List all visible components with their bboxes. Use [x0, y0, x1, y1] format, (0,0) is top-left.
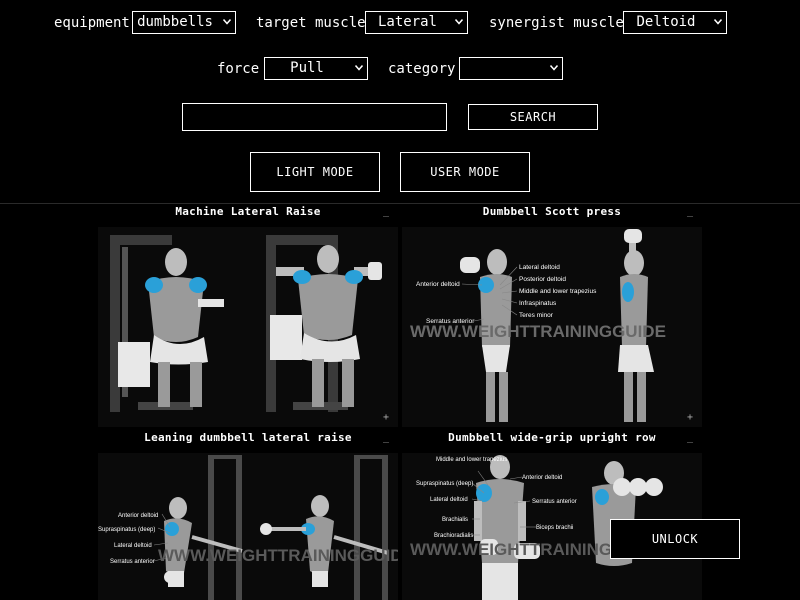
card-title: Leaning dumbbell lateral raise	[144, 431, 352, 444]
label-lateral-deltoid: Lateral deltoid	[519, 264, 560, 271]
unlock-button[interactable]: UNLOCK	[610, 519, 740, 559]
equipment-value: dumbbells	[137, 14, 213, 30]
synergist-muscle-select[interactable]: Deltoid	[623, 11, 727, 34]
leaning-lateral-raise-illustration: Anterior deltoid Supraspinatus (deep) La…	[98, 455, 398, 600]
exercise-image-machine-lateral-raise[interactable]	[98, 227, 398, 427]
label-lateral-deltoid: Lateral deltoid	[430, 497, 468, 503]
label-brachioradialis: Brachioradialis	[434, 533, 473, 539]
label-anterior-deltoid: Anterior deltoid	[118, 513, 158, 519]
label-supraspinatus: Supraspinatus (deep)	[416, 481, 473, 487]
equipment-select[interactable]: dumbbells	[132, 11, 236, 34]
chevron-down-icon	[550, 65, 558, 72]
force-value: Pull	[290, 60, 324, 76]
watermark: WWW.WEIGHTTRAININGGUIDE	[410, 322, 666, 341]
chevron-down-icon	[455, 19, 463, 26]
user-mode-button[interactable]: USER MODE	[400, 152, 530, 192]
svg-text:Anterior deltoid Suprasp: Anterior deltoid Supraspinatus (deep) La…	[98, 513, 160, 565]
label-biceps-brachii: Biceps brachii	[536, 525, 573, 531]
synergist-muscle-value: Deltoid	[636, 14, 696, 30]
chevron-down-icon	[223, 19, 231, 26]
label-anterior-deltoid: Anterior deltoid	[416, 281, 460, 288]
target-muscle-value: Lateral	[377, 14, 437, 30]
minimize-icon[interactable]: _	[687, 432, 693, 443]
minimize-icon[interactable]: _	[383, 206, 389, 217]
label-posterior-deltoid: Posterior deltoid	[519, 276, 566, 283]
machine-lateral-raise-illustration	[110, 235, 382, 412]
target-muscle-select[interactable]: Lateral	[365, 11, 468, 34]
label-lateral-deltoid: Lateral deltoid	[114, 543, 152, 549]
section-divider	[0, 203, 800, 204]
label-brachialis: Brachialis	[442, 517, 468, 523]
label-middle-lower-trapezius: Middle and lower trapezius	[436, 457, 507, 463]
card-title: Dumbbell Scott press	[482, 205, 622, 218]
synergist-muscle-label: synergist muscle	[489, 15, 624, 31]
chevron-down-icon	[355, 65, 363, 72]
category-select[interactable]	[459, 57, 563, 80]
force-select[interactable]: Pull	[264, 57, 368, 80]
expand-icon[interactable]: +	[687, 412, 693, 423]
card-title: Dumbbell wide-grip upright row	[448, 431, 656, 444]
equipment-label: equipment	[54, 15, 130, 31]
label-infraspinatus: Infraspinatus	[519, 300, 557, 307]
label-serratus-anterior: Serratus anterior	[110, 559, 155, 565]
label-serratus-anterior: Serratus anterior	[532, 499, 577, 505]
label-middle-lower-trapezius: Middle and lower trapezius	[519, 288, 597, 295]
category-label: category	[388, 61, 456, 77]
force-label: force	[217, 61, 260, 77]
card-title: Machine Lateral Raise	[175, 205, 321, 218]
search-button[interactable]: SEARCH	[468, 104, 598, 130]
exercise-image-dumbbell-scott-press[interactable]: Lateral deltoid Posterior deltoid Middle…	[402, 227, 702, 427]
dumbbell-scott-press-illustration: Lateral deltoid Posterior deltoid Middle…	[410, 229, 666, 422]
exercise-image-leaning-dumbbell-lateral-raise[interactable]: Anterior deltoid Supraspinatus (deep) La…	[98, 453, 398, 600]
chevron-down-icon	[714, 19, 722, 26]
label-anterior-deltoid: Anterior deltoid	[522, 475, 562, 481]
minimize-icon[interactable]: _	[687, 206, 693, 217]
watermark: WWW.WEIGHTTRAININGGUIDE	[158, 546, 398, 565]
label-teres-minor: Teres minor	[519, 312, 554, 319]
search-input[interactable]	[182, 103, 447, 131]
target-muscle-label: target muscle	[256, 15, 366, 31]
expand-icon[interactable]: +	[383, 412, 389, 423]
label-supraspinatus: Supraspinatus (deep)	[98, 527, 155, 533]
light-mode-button[interactable]: LIGHT MODE	[250, 152, 380, 192]
minimize-icon[interactable]: _	[383, 432, 389, 443]
